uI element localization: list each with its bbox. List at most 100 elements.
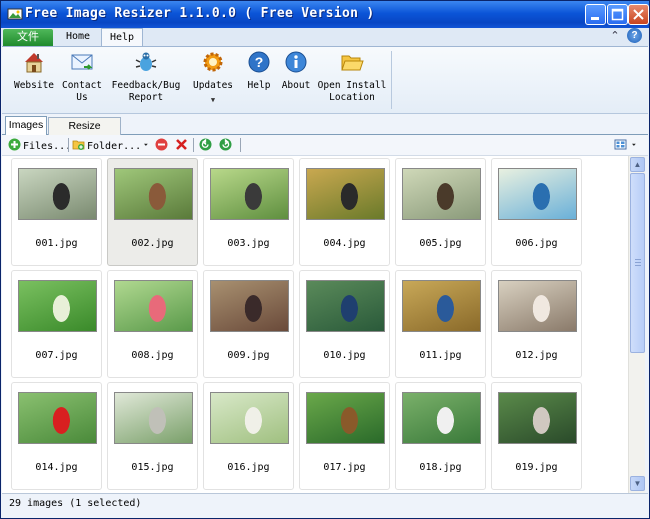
website-button[interactable]: Website [10, 47, 58, 113]
tab-help[interactable]: Help [101, 28, 143, 47]
vertical-scrollbar[interactable]: ▲ ▼ [628, 156, 645, 493]
view-mode-dropdown[interactable] [632, 138, 641, 153]
image-thumbnail[interactable]: 018.jpg [395, 382, 486, 490]
add-folder-dropdown[interactable] [144, 138, 153, 153]
rotate-left-icon [199, 138, 212, 151]
website-label: Website [13, 80, 55, 91]
add-folder-icon [72, 140, 85, 150]
thumbnail-filename: 014.jpg [35, 462, 78, 473]
tab-home[interactable]: Home [57, 29, 99, 46]
image-thumbnail[interactable]: 011.jpg [395, 270, 486, 378]
image-toolbar: Files... Folder... [2, 135, 648, 156]
thumbnail-filename: 008.jpg [131, 350, 174, 361]
title-bar[interactable]: Free Image Resizer 1.1.0.0 ( Free Versio… [1, 1, 649, 28]
thumbnail-filename: 017.jpg [323, 462, 366, 473]
close-icon [633, 9, 644, 20]
image-thumbnail[interactable]: 004.jpg [299, 158, 390, 266]
remove-icon [155, 138, 168, 151]
about-label: About [281, 80, 311, 91]
minimize-button[interactable] [585, 4, 606, 25]
thumbnail-view-icon [614, 139, 627, 150]
remove-button[interactable] [155, 138, 170, 153]
view-mode-button[interactable] [614, 138, 629, 153]
scroll-up-button[interactable]: ▲ [630, 157, 645, 172]
image-thumbnail[interactable]: 008.jpg [107, 270, 198, 378]
about-button[interactable]: About [279, 47, 313, 113]
scroll-down-button[interactable]: ▼ [630, 476, 645, 491]
ribbon-panel: Website Contact Us Feedback/Bug Report U… [2, 46, 648, 114]
thumbnail-filename: 019.jpg [515, 462, 558, 473]
scrollbar-thumb[interactable] [630, 173, 645, 353]
toolbar-separator [240, 138, 241, 152]
toolbar-separator [193, 138, 194, 152]
help-button[interactable]: ? Help [244, 47, 274, 113]
tab-images[interactable]: Images [5, 116, 47, 136]
image-thumbnail[interactable]: 016.jpg [203, 382, 294, 490]
folder-open-icon [341, 55, 364, 71]
contact-us-button[interactable]: Contact Us [59, 47, 105, 113]
thumbnail-preview [18, 392, 97, 444]
add-files-button[interactable]: Files... [8, 138, 71, 153]
tab-resize-settings[interactable]: Resize Settings [48, 117, 121, 148]
thumbnail-filename: 018.jpg [419, 462, 462, 473]
thumbnail-preview [402, 168, 481, 220]
image-thumbnail[interactable]: 012.jpg [491, 270, 582, 378]
add-folder-button[interactable]: Folder... [72, 138, 141, 153]
thumbnail-preview [114, 392, 193, 444]
image-thumbnail-grid[interactable]: 001.jpg 002.jpg 003.jpg 004.jpg 005.jpg 006.j… [2, 156, 628, 493]
thumbnail-filename: 002.jpg [131, 238, 174, 249]
thumbnail-preview [498, 168, 577, 220]
image-thumbnail[interactable]: 014.jpg [11, 382, 102, 490]
thumbnail-preview [402, 280, 481, 332]
image-thumbnail[interactable]: 017.jpg [299, 382, 390, 490]
thumbnail-preview [498, 392, 577, 444]
image-thumbnail[interactable]: 015.jpg [107, 382, 198, 490]
image-thumbnail[interactable]: 007.jpg [11, 270, 102, 378]
thumbnail-filename: 001.jpg [35, 238, 78, 249]
window-title: Free Image Resizer 1.1.0.0 ( Free Versio… [25, 6, 375, 21]
status-bar: 29 images (1 selected) [2, 493, 648, 518]
content-tab-strip: Images Resize Settings [2, 114, 648, 148]
open-install-location-button[interactable]: Open Install Location [316, 47, 388, 113]
question-icon: ? [248, 51, 270, 73]
thumbnail-filename: 010.jpg [323, 350, 366, 361]
rotate-right-button[interactable] [219, 138, 234, 153]
close-button[interactable] [628, 4, 649, 25]
add-files-label: Files... [23, 141, 72, 152]
maximize-button[interactable] [607, 4, 628, 25]
image-thumbnail[interactable]: 001.jpg [11, 158, 102, 266]
image-thumbnail[interactable]: 006.jpg [491, 158, 582, 266]
feedback-bug-report-button[interactable]: Feedback/Bug Report [106, 47, 186, 113]
help-label: Help [247, 80, 271, 91]
updates-dropdown-icon: ▼ [210, 96, 216, 104]
updates-label: Updates [192, 80, 234, 91]
image-thumbnail[interactable]: 010.jpg [299, 270, 390, 378]
tab-file[interactable]: 文件 [3, 29, 53, 46]
image-thumbnail[interactable]: 009.jpg [203, 270, 294, 378]
thumbnail-preview [18, 280, 97, 332]
scrollbar-grip [635, 259, 641, 260]
image-thumbnail[interactable]: 019.jpg [491, 382, 582, 490]
mail-icon [71, 54, 93, 70]
ribbon-help-icon[interactable]: ? [627, 28, 642, 43]
rotate-left-button[interactable] [199, 138, 214, 153]
ribbon-group-separator [391, 51, 392, 109]
app-icon [7, 8, 23, 20]
thumbnail-filename: 015.jpg [131, 462, 174, 473]
scrollbar-grip [635, 265, 641, 266]
chevron-down-icon [144, 143, 148, 146]
clear-all-button[interactable] [175, 138, 190, 153]
add-icon [8, 138, 21, 151]
image-thumbnail[interactable]: 003.jpg [203, 158, 294, 266]
thumbnail-preview [402, 392, 481, 444]
image-thumbnail[interactable]: 002.jpg [107, 158, 198, 266]
bug-icon [135, 52, 157, 71]
gear-update-icon [203, 52, 223, 72]
rotate-right-icon [219, 138, 232, 151]
updates-button[interactable]: Updates ▼ [190, 47, 236, 113]
image-thumbnail[interactable]: 005.jpg [395, 158, 486, 266]
thumbnail-preview [114, 168, 193, 220]
thumbnail-filename: 003.jpg [227, 238, 270, 249]
thumbnail-preview [210, 280, 289, 332]
minimize-ribbon-icon[interactable]: ⌃ [608, 29, 622, 43]
